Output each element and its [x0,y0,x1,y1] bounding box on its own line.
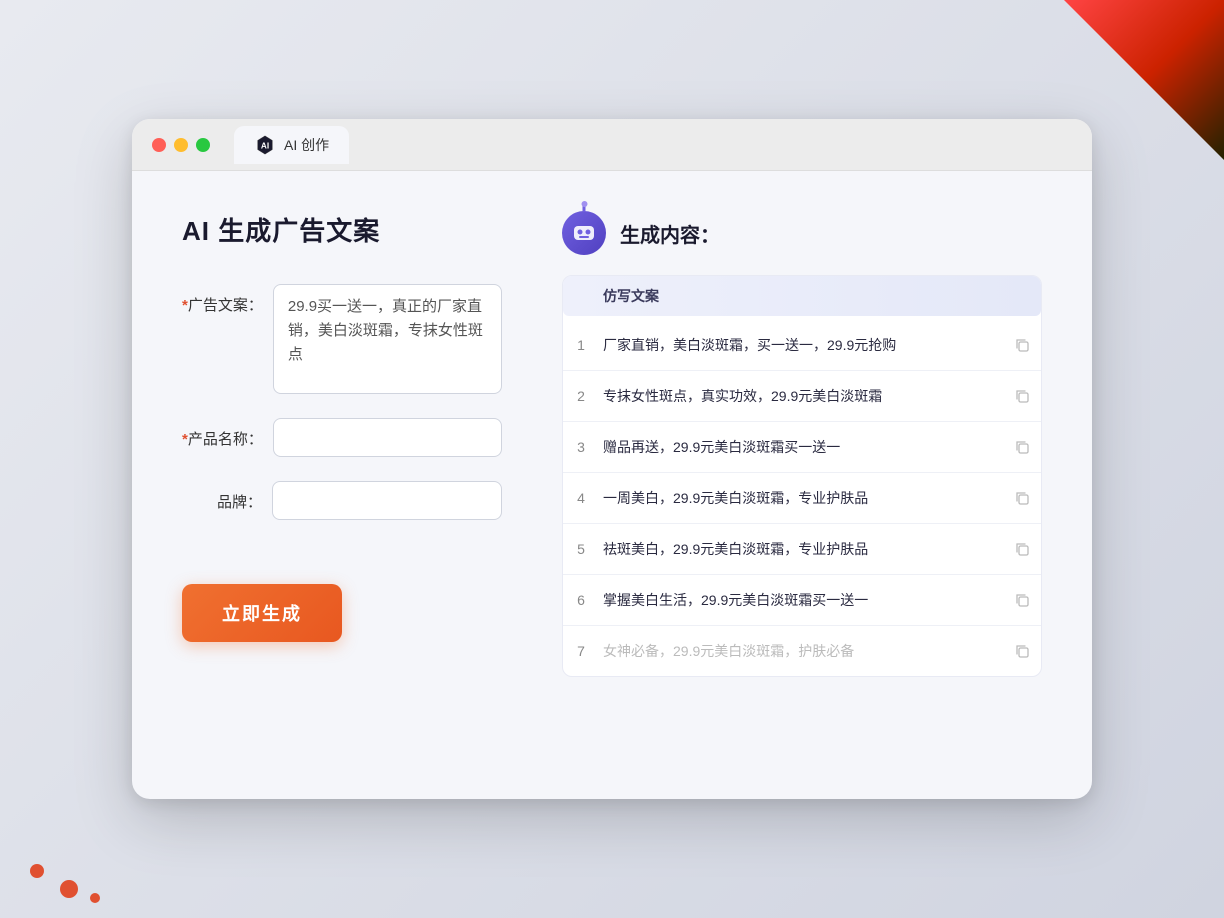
row-number: 5 [571,541,591,557]
generate-button[interactable]: 立即生成 [182,584,342,642]
right-panel: 生成内容： 仿写文案 1 厂家直销，美白淡斑霜，买一送一，29.9元抢购 2 专抹女… [562,211,1042,751]
form-group-ad-copy: *广告文案： 29.9买一送一，真正的厂家直销，美白淡斑霜，专抹女性斑点 [182,284,502,394]
robot-face-svg [571,222,597,244]
robot-icon [562,211,606,255]
row-text: 专抹女性斑点，真实功效，29.9元美白淡斑霜 [603,386,999,407]
minimize-button[interactable] [174,138,188,152]
main-content: AI 生成广告文案 *广告文案： 29.9买一送一，真正的厂家直销，美白淡斑霜，… [132,171,1092,791]
row-text: 赠品再送，29.9元美白淡斑霜买一送一 [603,437,999,458]
table-row: 4 一周美白，29.9元美白淡斑霜，专业护肤品 [563,473,1041,524]
browser-window: AI AI 创作 AI 生成广告文案 *广告文案： 29.9买一送一，真正的厂家… [132,119,1092,799]
row-text: 一周美白，29.9元美白淡斑霜，专业护肤品 [603,488,999,509]
ad-copy-label: *广告文案： [182,284,263,315]
product-name-input[interactable]: 美白淡斑霜 [273,418,502,457]
table-row: 3 赠品再送，29.9元美白淡斑霜买一送一 [563,422,1041,473]
tab-ai-creation[interactable]: AI AI 创作 [234,126,349,164]
left-panel: AI 生成广告文案 *广告文案： 29.9买一送一，真正的厂家直销，美白淡斑霜，… [182,211,502,751]
form-group-product-name: *产品名称： 美白淡斑霜 [182,418,502,457]
product-name-label: *产品名称： [182,418,263,449]
result-header: 生成内容： [562,211,1042,255]
copy-icon[interactable] [1011,385,1033,407]
close-button[interactable] [152,138,166,152]
row-text: 女神必备，29.9元美白淡斑霜，护肤必备 [603,641,999,662]
table-row: 1 厂家直销，美白淡斑霜，买一送一，29.9元抢购 [563,320,1041,371]
row-text: 厂家直销，美白淡斑霜，买一送一，29.9元抢购 [603,335,999,356]
row-number: 3 [571,439,591,455]
row-number: 2 [571,388,591,404]
copy-icon[interactable] [1011,334,1033,356]
table-row: 5 祛斑美白，29.9元美白淡斑霜，专业护肤品 [563,524,1041,575]
row-number: 4 [571,490,591,506]
page-title: AI 生成广告文案 [182,211,502,248]
copy-icon[interactable] [1011,640,1033,662]
maximize-button[interactable] [196,138,210,152]
results-container: 仿写文案 1 厂家直销，美白淡斑霜，买一送一，29.9元抢购 2 专抹女性斑点，真实… [562,275,1042,677]
brand-input[interactable]: 好白 [272,481,502,520]
ai-tab-icon: AI [254,134,276,156]
result-title: 生成内容： [620,219,720,248]
decorative-dot-2 [30,864,44,878]
row-text: 掌握美白生活，29.9元美白淡斑霜买一送一 [603,590,999,611]
copy-icon[interactable] [1011,538,1033,560]
decorative-dot-3 [90,893,100,903]
row-number: 1 [571,337,591,353]
decorative-dot-1 [60,880,78,898]
copy-icon[interactable] [1011,589,1033,611]
svg-text:AI: AI [261,141,269,150]
ad-copy-textarea[interactable]: 29.9买一送一，真正的厂家直销，美白淡斑霜，专抹女性斑点 [273,284,502,394]
form-group-brand: 品牌： 好白 [182,481,502,520]
brand-label: 品牌： [182,481,262,512]
row-text: 祛斑美白，29.9元美白淡斑霜，专业护肤品 [603,539,999,560]
tab-label: AI 创作 [284,135,329,155]
tab-area: AI AI 创作 [234,126,349,164]
table-row: 6 掌握美白生活，29.9元美白淡斑霜买一送一 [563,575,1041,626]
title-bar: AI AI 创作 [132,119,1092,171]
table-row: 2 专抹女性斑点，真实功效，29.9元美白淡斑霜 [563,371,1041,422]
row-number: 7 [571,643,591,659]
copy-icon[interactable] [1011,436,1033,458]
row-number: 6 [571,592,591,608]
window-controls [152,138,210,152]
table-row: 7 女神必备，29.9元美白淡斑霜，护肤必备 [563,626,1041,676]
robot-antenna [583,205,586,212]
copy-icon[interactable] [1011,487,1033,509]
result-rows-container: 1 厂家直销，美白淡斑霜，买一送一，29.9元抢购 2 专抹女性斑点，真实功效，29… [563,320,1041,676]
table-header: 仿写文案 [563,276,1041,316]
